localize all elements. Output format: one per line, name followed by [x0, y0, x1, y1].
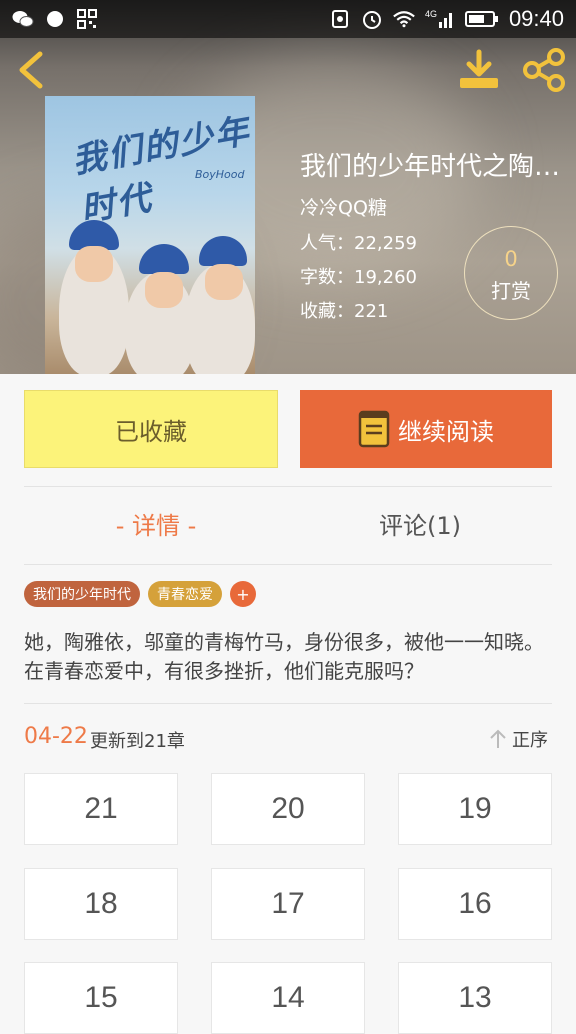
cover-face-left — [75, 246, 113, 282]
sim-icon — [329, 8, 351, 30]
divider-tabs — [24, 564, 552, 565]
download-button[interactable] — [456, 48, 502, 92]
collected-label: 已收藏 — [115, 417, 187, 446]
back-button[interactable] — [12, 48, 52, 92]
update-date: 04-22 — [24, 724, 88, 749]
battery-icon — [464, 8, 499, 30]
word-count-label: 字数： — [300, 267, 354, 288]
book-author[interactable]: 冷冷QQ糖 — [300, 193, 387, 220]
share-icon — [523, 48, 565, 92]
tab-detail[interactable]: - 详情 - — [24, 506, 288, 541]
tag-list: 我们的少年时代 青春恋爱 + — [24, 581, 256, 607]
cover-subtitle: BoyHood — [195, 168, 245, 181]
status-bar: 4G 09:40 — [0, 0, 576, 38]
divider-top — [24, 486, 552, 487]
cover-face-right — [205, 264, 243, 300]
dot-icon — [44, 8, 66, 30]
chevron-left-icon — [19, 51, 43, 89]
chapter-button[interactable]: 18 — [24, 868, 178, 940]
update-text: 更新到21章 — [90, 731, 185, 752]
cover-title: 我们的少年时代 — [69, 110, 254, 230]
favorites-value: 221 — [354, 301, 389, 322]
continue-reading-button[interactable]: 继续阅读 — [300, 390, 552, 468]
cover-cap-right — [199, 236, 247, 266]
book-cover[interactable]: 我们的少年时代 BoyHood — [45, 96, 255, 374]
cover-cap-middle — [139, 244, 189, 274]
alarm-icon — [361, 8, 383, 30]
book-description: 她，陶雅依，邬童的青梅竹马，身份很多，被他一一知晓。在青春恋爱中，有很多挫折，他… — [24, 630, 544, 683]
stat-favorites: 收藏：221 — [300, 297, 388, 323]
tip-button[interactable]: 0 打赏 — [464, 226, 558, 320]
sort-order-button[interactable]: 正序 — [488, 726, 548, 752]
word-count-value: 19,260 — [354, 267, 417, 288]
tab-comments[interactable]: 评论(1) — [288, 506, 552, 541]
chapter-button[interactable]: 19 — [398, 773, 552, 845]
signal-4g-icon: 4G — [425, 8, 455, 30]
continue-reading-label: 继续阅读 — [398, 417, 494, 446]
share-button[interactable] — [520, 48, 568, 92]
chapter-button[interactable]: 21 — [24, 773, 178, 845]
divider-description — [24, 703, 552, 704]
popularity-value: 22,259 — [354, 233, 417, 254]
book-title: 我们的少年时代之陶… — [300, 152, 561, 182]
chapter-button[interactable]: 20 — [211, 773, 365, 845]
chapter-button[interactable]: 17 — [211, 868, 365, 940]
stat-popularity: 人气：22,259 — [300, 229, 417, 255]
chapter-button[interactable]: 15 — [24, 962, 178, 1034]
tip-label: 打赏 — [491, 279, 531, 303]
stat-word-count: 字数：19,260 — [300, 263, 417, 289]
collected-button[interactable]: 已收藏 — [24, 390, 278, 468]
popularity-label: 人气： — [300, 233, 354, 254]
arrow-up-icon — [490, 729, 506, 748]
chapter-button[interactable]: 13 — [398, 962, 552, 1034]
wechat-icon — [12, 8, 34, 30]
wifi-icon — [393, 8, 415, 30]
tag-chip[interactable]: 青春恋爱 — [148, 581, 222, 607]
favorites-label: 收藏： — [300, 301, 354, 322]
cover-face-middle — [145, 272, 183, 308]
add-tag-button[interactable]: + — [230, 581, 256, 607]
chapter-button[interactable]: 16 — [398, 868, 552, 940]
chapter-button[interactable]: 14 — [211, 962, 365, 1034]
download-icon — [460, 49, 498, 88]
book-icon — [358, 410, 390, 448]
tag-chip[interactable]: 我们的少年时代 — [24, 581, 140, 607]
clock: 09:40 — [508, 6, 564, 31]
qr-scan-icon — [76, 8, 98, 30]
tip-count: 0 — [504, 247, 518, 271]
book-header: 4G 09:40 我们的少年时代 BoyHood 我们的少年时代之陶… 冷冷QQ… — [0, 0, 576, 374]
sort-order-label: 正序 — [512, 730, 548, 751]
svg-text:4G: 4G — [425, 9, 437, 19]
